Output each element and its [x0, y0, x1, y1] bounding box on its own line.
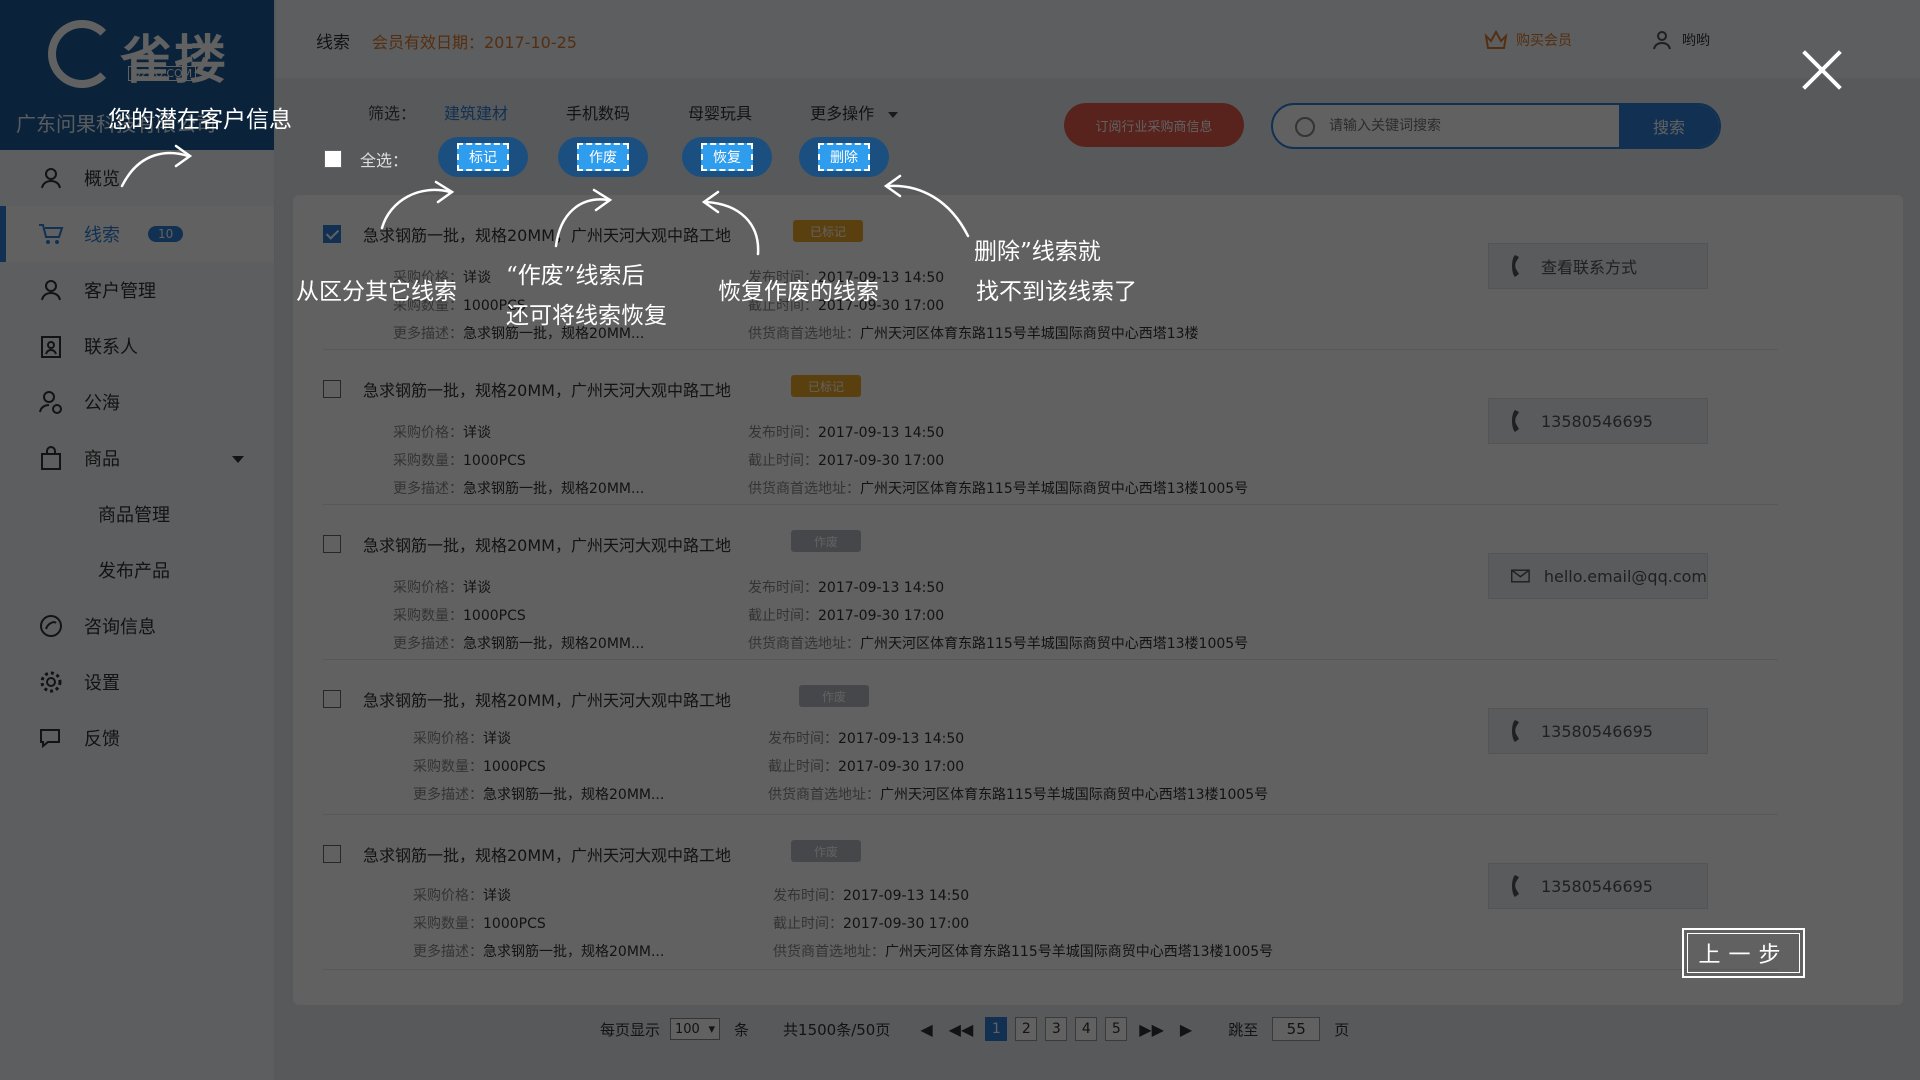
previous-step-button[interactable]: 上一步 — [1682, 928, 1805, 978]
arrow-icon — [174, 144, 193, 168]
arrow-icon — [120, 151, 190, 188]
arrow-icon — [886, 184, 970, 238]
arrow-icon — [380, 188, 452, 230]
guide-arrows — [120, 144, 970, 256]
previous-step-label: 上一步 — [1698, 943, 1789, 968]
